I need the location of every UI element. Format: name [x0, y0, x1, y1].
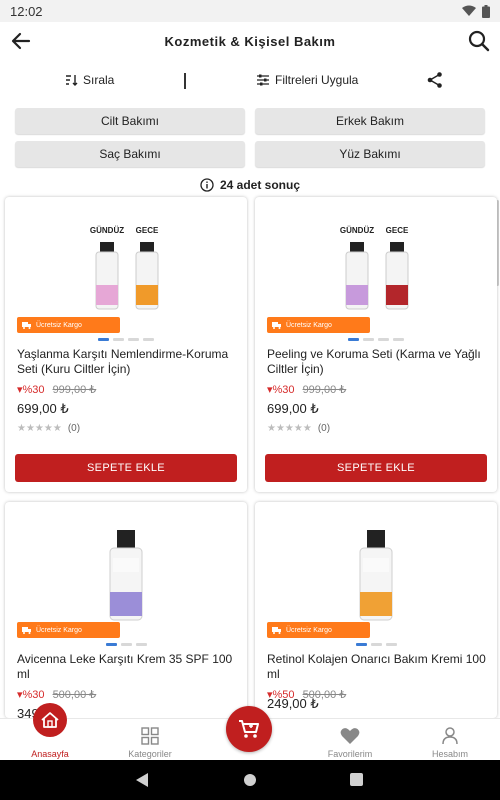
product-card[interactable]: Ücretsiz Kargo Avicenna Leke Karşıtı Kre…: [5, 502, 247, 718]
product-name[interactable]: Peeling ve Koruma Seti (Karma ve Yağlı C…: [267, 347, 489, 377]
category-chip-erkek-bakim[interactable]: Erkek Bakım: [255, 108, 485, 134]
free-shipping-badge: Ücretsiz Kargo: [267, 317, 370, 333]
nav-favorites-label: Favorilerim: [327, 749, 373, 759]
filter-button[interactable]: Filtreleri Uygula: [256, 73, 358, 87]
old-price: 999,00 ₺: [302, 384, 347, 396]
nav-categories[interactable]: Kategoriler: [105, 719, 195, 761]
image-carousel-dots: [5, 338, 247, 341]
product-card[interactable]: GÜNDÜZ GECE Ücretsiz Kargo Peeling ve Ko…: [255, 197, 497, 492]
image-label-gunduz: GÜNDÜZ: [340, 226, 374, 235]
grid-icon: [141, 727, 159, 745]
product-card[interactable]: Ücretsiz Kargo Retinol Kolajen Onarıcı B…: [255, 502, 497, 718]
rating-count: (0): [317, 423, 331, 434]
rating-row: ★★★★★ (0): [17, 423, 80, 434]
image-carousel-dots: [255, 338, 497, 341]
old-price: 999,00 ₺: [52, 384, 97, 396]
result-count-text: 24 adet sonuç: [219, 178, 301, 192]
product-card[interactable]: GÜNDÜZ GECE Ücretsiz Kargo Yaşlanma Karş…: [5, 197, 247, 492]
add-to-cart-button[interactable]: SEPETE EKLE: [265, 454, 487, 482]
system-recents-icon[interactable]: [350, 773, 363, 786]
product-name[interactable]: Avicenna Leke Karşıtı Krem 35 SPF 100 ml: [17, 652, 239, 682]
free-shipping-label: Ücretsiz Kargo: [286, 321, 332, 329]
back-arrow-icon[interactable]: [8, 28, 34, 54]
sort-label: Sırala: [83, 73, 115, 87]
filter-label: Filtreleri Uygula: [275, 73, 359, 87]
status-bar: 12:02: [0, 0, 500, 22]
free-shipping-badge: Ücretsiz Kargo: [17, 317, 120, 333]
nav-favorites[interactable]: Favorilerim: [305, 719, 395, 761]
free-shipping-label: Ücretsiz Kargo: [36, 321, 82, 329]
product-name[interactable]: Retinol Kolajen Onarıcı Bakım Kremi 100 …: [267, 652, 489, 682]
sort-icon: [66, 75, 78, 86]
status-time: 12:02: [10, 3, 43, 19]
product-price: 249,00 ₺: [267, 696, 319, 711]
nav-account[interactable]: Hesabım: [405, 719, 495, 761]
image-label-gunduz: GÜNDÜZ: [90, 226, 124, 235]
info-icon: [200, 178, 214, 192]
discount-percent: ▾%30: [17, 689, 45, 701]
rating-stars: ★★★★★: [267, 423, 312, 434]
truck-icon: [272, 321, 281, 329]
free-shipping-badge: Ücretsiz Kargo: [267, 622, 370, 638]
discount-row: ▾%30 999,00 ₺: [17, 383, 96, 396]
discount-percent: ▾%30: [17, 384, 45, 396]
free-shipping-label: Ücretsiz Kargo: [36, 626, 82, 634]
page-title: Kozmetik & Kişisel Bakım: [164, 33, 336, 49]
product-price: 699,00 ₺: [17, 401, 69, 416]
image-carousel-dots: [5, 643, 247, 646]
discount-row: ▾%30 999,00 ₺: [267, 383, 346, 396]
rating-count: (0): [67, 423, 81, 434]
free-shipping-badge: Ücretsiz Kargo: [17, 622, 120, 638]
product-name[interactable]: Yaşlanma Karşıtı Nemlendirme-Koruma Seti…: [17, 347, 239, 377]
sort-button[interactable]: Sırala: [64, 73, 114, 87]
rating-stars: ★★★★★: [17, 423, 62, 434]
truck-icon: [22, 626, 31, 634]
category-chip-sac-bakimi[interactable]: Saç Bakımı: [15, 141, 245, 167]
rating-row: ★★★★★ (0): [267, 423, 330, 434]
nav-categories-label: Kategoriler: [128, 749, 172, 759]
add-to-cart-button[interactable]: SEPETE EKLE: [15, 454, 237, 482]
result-count: 24 adet sonuç: [0, 176, 500, 194]
discount-percent: ▾%30: [267, 384, 295, 396]
battery-icon: [482, 4, 490, 18]
filter-sliders-icon: [257, 74, 269, 86]
truck-icon: [272, 626, 281, 634]
discount-row: ▾%30 500,00 ₺: [17, 688, 96, 701]
wifi-icon: [462, 5, 476, 16]
home-icon: [41, 712, 59, 728]
list-toolbar: Sırala Filtreleri Uygula: [0, 64, 500, 98]
nav-home-label: Anasayfa: [31, 749, 69, 759]
system-back-icon[interactable]: [135, 772, 149, 788]
cart-icon: [239, 720, 259, 738]
cart-button[interactable]: [226, 706, 272, 752]
product-image[interactable]: [5, 502, 247, 642]
image-label-gece: GECE: [386, 226, 409, 235]
free-shipping-label: Ücretsiz Kargo: [286, 626, 332, 634]
product-price: 699,00 ₺: [267, 401, 319, 416]
system-home-icon[interactable]: [243, 773, 257, 787]
toolbar-divider: [184, 73, 186, 89]
product-image[interactable]: GÜNDÜZ GECE: [255, 197, 497, 337]
home-button[interactable]: [33, 703, 67, 737]
app-bar: Kozmetik & Kişisel Bakım: [0, 22, 500, 60]
product-image[interactable]: GÜNDÜZ GECE: [5, 197, 247, 337]
system-navigation-bar: [0, 760, 500, 800]
image-carousel-dots: [255, 643, 497, 646]
search-icon[interactable]: [466, 28, 492, 54]
category-chip-cilt-bakimi[interactable]: Cilt Bakımı: [15, 108, 245, 134]
status-icons: [462, 4, 490, 18]
user-icon: [442, 727, 458, 745]
truck-icon: [22, 321, 31, 329]
nav-account-label: Hesabım: [431, 749, 468, 759]
product-image[interactable]: [255, 502, 497, 642]
share-icon[interactable]: [426, 71, 444, 89]
image-label-gece: GECE: [136, 226, 159, 235]
heart-icon: [340, 728, 360, 744]
old-price: 500,00 ₺: [52, 689, 97, 701]
category-chip-yuz-bakimi[interactable]: Yüz Bakımı: [255, 141, 485, 167]
